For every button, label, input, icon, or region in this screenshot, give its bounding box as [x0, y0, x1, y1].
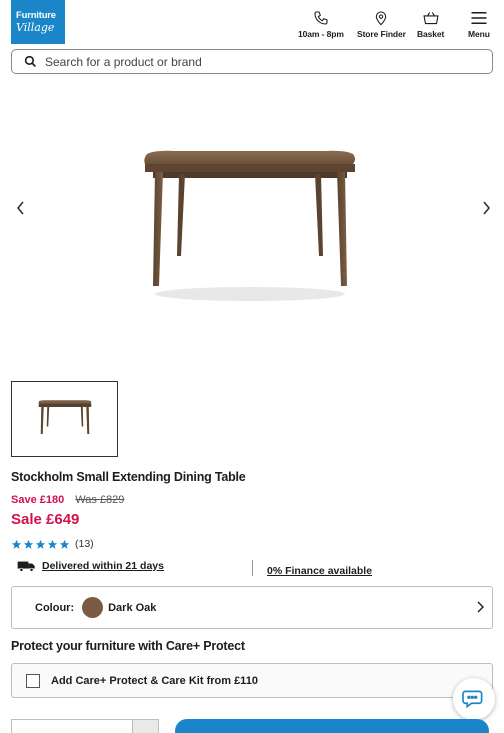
search-icon [24, 55, 36, 67]
rating-stars [11, 539, 70, 550]
was-price: Was £829 [75, 494, 125, 506]
delivery-link[interactable]: Delivered within 21 days [42, 560, 164, 572]
star-icon [47, 539, 58, 549]
furniture-village-logo[interactable]: Furniture Village [11, 0, 65, 44]
product-title: Stockholm Small Extending Dining Table [11, 470, 246, 484]
menu-label: Menu [468, 29, 490, 39]
logo-text-line2: Village [16, 20, 55, 34]
gallery-thumbnail[interactable] [11, 381, 118, 457]
hamburger-icon [471, 12, 487, 24]
care-protect-option[interactable]: Add Care+ Protect & Care Kit from £110 [11, 663, 493, 698]
sale-price: Sale £649 [11, 511, 80, 528]
map-pin-icon [376, 11, 387, 26]
rating-count: (13) [75, 538, 94, 550]
quantity-value [12, 720, 132, 733]
colour-swatch [82, 597, 104, 618]
price-savings: Save £180 Was £829 [11, 494, 124, 506]
chat-icon [462, 690, 483, 709]
site-header: Furniture Village 10am - 8pm Store Finde… [0, 0, 504, 46]
menu-button[interactable]: Menu [468, 10, 490, 39]
truck-icon [17, 561, 35, 572]
care-protect-label: Add Care+ Protect & Care Kit from £110 [51, 674, 258, 687]
hours-label: 10am - 8pm [298, 29, 344, 39]
add-to-basket-button[interactable] [175, 719, 489, 733]
chevron-right-icon [477, 601, 484, 613]
opening-hours-link[interactable]: 10am - 8pm [298, 10, 344, 39]
star-icon [35, 539, 46, 549]
star-icon [59, 539, 70, 549]
colour-name: Dark Oak [108, 601, 157, 614]
star-icon [23, 539, 34, 549]
product-rating[interactable]: (13) [11, 538, 94, 550]
colour-selector[interactable]: Colour: Dark Oak [11, 586, 493, 629]
gallery-next-button[interactable] [476, 198, 496, 218]
quantity-stepper[interactable] [11, 719, 159, 733]
product-main-image[interactable] [135, 146, 365, 306]
care-protect-heading: Protect your furniture with Care+ Protec… [11, 639, 245, 653]
finance-info: 0% Finance available [267, 561, 372, 579]
star-icon [11, 539, 22, 549]
chevron-right-icon [482, 201, 490, 215]
save-amount: Save £180 [11, 494, 65, 506]
quantity-increase-button[interactable] [132, 720, 158, 733]
colour-label: Colour: [35, 601, 75, 614]
chevron-left-icon [16, 201, 24, 215]
basket-icon [423, 12, 439, 25]
search-bar[interactable] [11, 49, 493, 74]
product-image-gallery [0, 80, 504, 370]
chat-button[interactable] [453, 678, 495, 720]
finance-link[interactable]: 0% Finance available [267, 565, 372, 577]
gallery-prev-button[interactable] [10, 198, 30, 218]
basket-link[interactable]: Basket [417, 10, 444, 39]
basket-label: Basket [417, 29, 445, 39]
thumbnail-image [38, 400, 91, 434]
phone-icon [314, 11, 328, 25]
delivery-finance-row: Delivered within 21 days 0% Finance avai… [11, 560, 493, 578]
store-finder-link[interactable]: Store Finder [357, 10, 406, 39]
care-protect-checkbox[interactable] [26, 673, 40, 688]
divider [252, 560, 253, 576]
logo-text-line1: Furniture [16, 9, 56, 21]
store-finder-label: Store Finder [357, 29, 406, 39]
search-input[interactable] [45, 54, 465, 69]
delivery-info: Delivered within 21 days [17, 560, 164, 572]
